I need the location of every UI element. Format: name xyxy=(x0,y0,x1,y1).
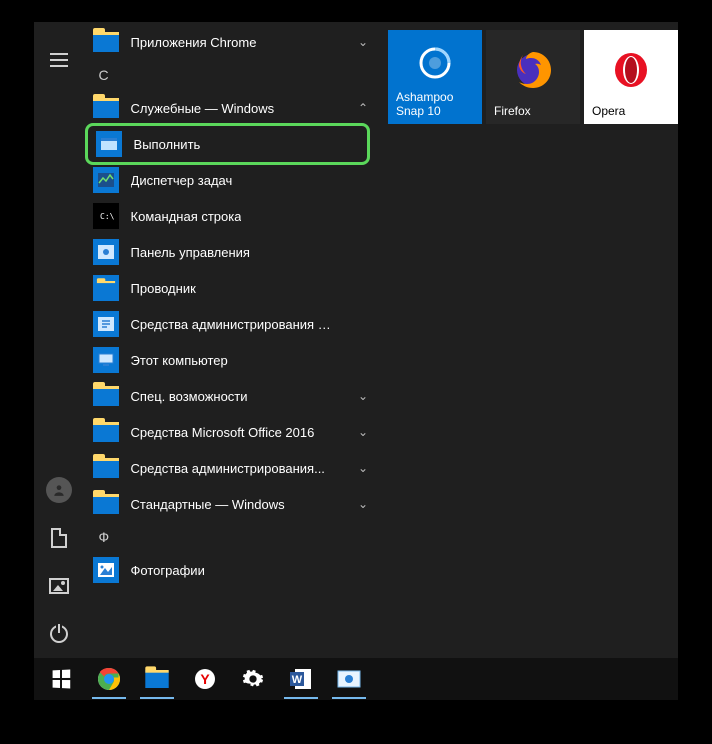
tile-label: Firefox xyxy=(494,104,572,118)
svg-text:Y: Y xyxy=(200,671,210,687)
power-icon[interactable] xyxy=(35,610,83,658)
folder-icon xyxy=(93,419,119,445)
taskbar: Y W xyxy=(34,658,678,700)
app-explorer[interactable]: Проводник xyxy=(85,270,382,306)
taskbar-settings[interactable] xyxy=(230,659,276,699)
app-label: Проводник xyxy=(131,281,196,296)
firefox-icon xyxy=(494,36,572,104)
letter-header-f[interactable]: Ф xyxy=(85,522,382,552)
taskbar-explorer[interactable] xyxy=(134,659,180,699)
folder-icon xyxy=(93,491,119,517)
chevron-down-icon: ⌄ xyxy=(358,425,368,439)
start-tiles: Ashampoo Snap 10 Firefox Opera xyxy=(382,22,678,658)
tile-ashampoo[interactable]: Ashampoo Snap 10 xyxy=(388,30,482,124)
app-label: Фотографии xyxy=(131,563,205,578)
pictures-icon[interactable] xyxy=(35,562,83,610)
folder-icon xyxy=(93,383,119,409)
user-avatar[interactable] xyxy=(35,466,83,514)
folder-icon xyxy=(93,455,119,481)
windows-logo-icon xyxy=(53,670,71,689)
chevron-down-icon: ⌄ xyxy=(358,461,368,475)
app-photos[interactable]: Фотографии xyxy=(85,552,382,588)
app-label: Стандартные — Windows xyxy=(131,497,285,512)
app-label: Приложения Chrome xyxy=(131,35,257,50)
explorer-icon xyxy=(93,275,119,301)
svg-text:W: W xyxy=(292,674,303,686)
start-menu: Приложения Chrome ⌄ С Служебные — Window… xyxy=(34,22,678,658)
app-accessibility-folder[interactable]: Спец. возможности ⌄ xyxy=(85,378,382,414)
chevron-down-icon: ⌄ xyxy=(358,389,368,403)
start-leftrail xyxy=(34,22,85,658)
taskbar-yandex[interactable]: Y xyxy=(182,659,228,699)
app-chrome-apps-folder[interactable]: Приложения Chrome ⌄ xyxy=(85,24,382,60)
yandex-icon: Y xyxy=(194,668,216,690)
gear-icon xyxy=(242,668,264,690)
app-admin-tools[interactable]: Средства администрирования Wi... xyxy=(85,306,382,342)
run-icon xyxy=(96,131,122,157)
taskmgr-icon xyxy=(93,167,119,193)
ashampoo-icon xyxy=(396,36,474,90)
app-run[interactable]: Выполнить xyxy=(85,123,370,165)
tile-firefox[interactable]: Firefox xyxy=(486,30,580,124)
svg-text:C:\: C:\ xyxy=(100,212,114,221)
app-label: Панель управления xyxy=(131,245,250,260)
app-office-tools-folder[interactable]: Средства Microsoft Office 2016 ⌄ xyxy=(85,414,382,450)
taskbar-snap[interactable] xyxy=(326,659,372,699)
tile-label: Ashampoo Snap 10 xyxy=(396,90,474,118)
app-accessories-folder[interactable]: Стандартные — Windows ⌄ xyxy=(85,486,382,522)
app-cmd[interactable]: C:\ Командная строка xyxy=(85,198,382,234)
app-label: Средства администрирования... xyxy=(131,461,325,476)
cmd-icon: C:\ xyxy=(93,203,119,229)
app-label: Спец. возможности xyxy=(131,389,248,404)
photos-icon xyxy=(93,557,119,583)
app-taskmgr[interactable]: Диспетчер задач xyxy=(85,162,382,198)
app-label: Выполнить xyxy=(134,137,201,152)
chevron-down-icon: ⌄ xyxy=(358,35,368,49)
hamburger-icon[interactable] xyxy=(35,36,83,84)
explorer-icon xyxy=(144,669,170,689)
this-pc-icon xyxy=(93,347,119,373)
app-label: Командная строка xyxy=(131,209,242,224)
chevron-up-icon: ⌃ xyxy=(358,101,368,115)
app-label: Этот компьютер xyxy=(131,353,228,368)
word-icon: W xyxy=(289,667,313,691)
app-windows-tools-folder[interactable]: Служебные — Windows ⌃ xyxy=(85,90,382,126)
chrome-icon xyxy=(97,667,121,691)
control-panel-icon xyxy=(93,239,119,265)
tile-label: Opera xyxy=(592,104,670,118)
chevron-down-icon: ⌄ xyxy=(358,497,368,511)
start-button[interactable] xyxy=(38,659,84,699)
documents-icon[interactable] xyxy=(35,514,83,562)
app-label: Служебные — Windows xyxy=(131,101,275,116)
letter-header-c[interactable]: С xyxy=(85,60,382,90)
app-label: Средства Microsoft Office 2016 xyxy=(131,425,315,440)
snap-icon xyxy=(337,668,361,690)
app-label: Средства администрирования Wi... xyxy=(131,317,341,332)
taskbar-word[interactable]: W xyxy=(278,659,324,699)
folder-icon xyxy=(93,29,119,55)
tile-opera[interactable]: Opera xyxy=(584,30,678,124)
app-label: Диспетчер задач xyxy=(131,173,233,188)
taskbar-chrome[interactable] xyxy=(86,659,132,699)
folder-icon xyxy=(93,95,119,121)
app-admin-tools-folder[interactable]: Средства администрирования... ⌄ xyxy=(85,450,382,486)
opera-icon xyxy=(592,36,670,104)
app-this-pc[interactable]: Этот компьютер xyxy=(85,342,382,378)
app-control-panel[interactable]: Панель управления xyxy=(85,234,382,270)
admin-tools-icon xyxy=(93,311,119,337)
app-list[interactable]: Приложения Chrome ⌄ С Служебные — Window… xyxy=(85,22,382,658)
